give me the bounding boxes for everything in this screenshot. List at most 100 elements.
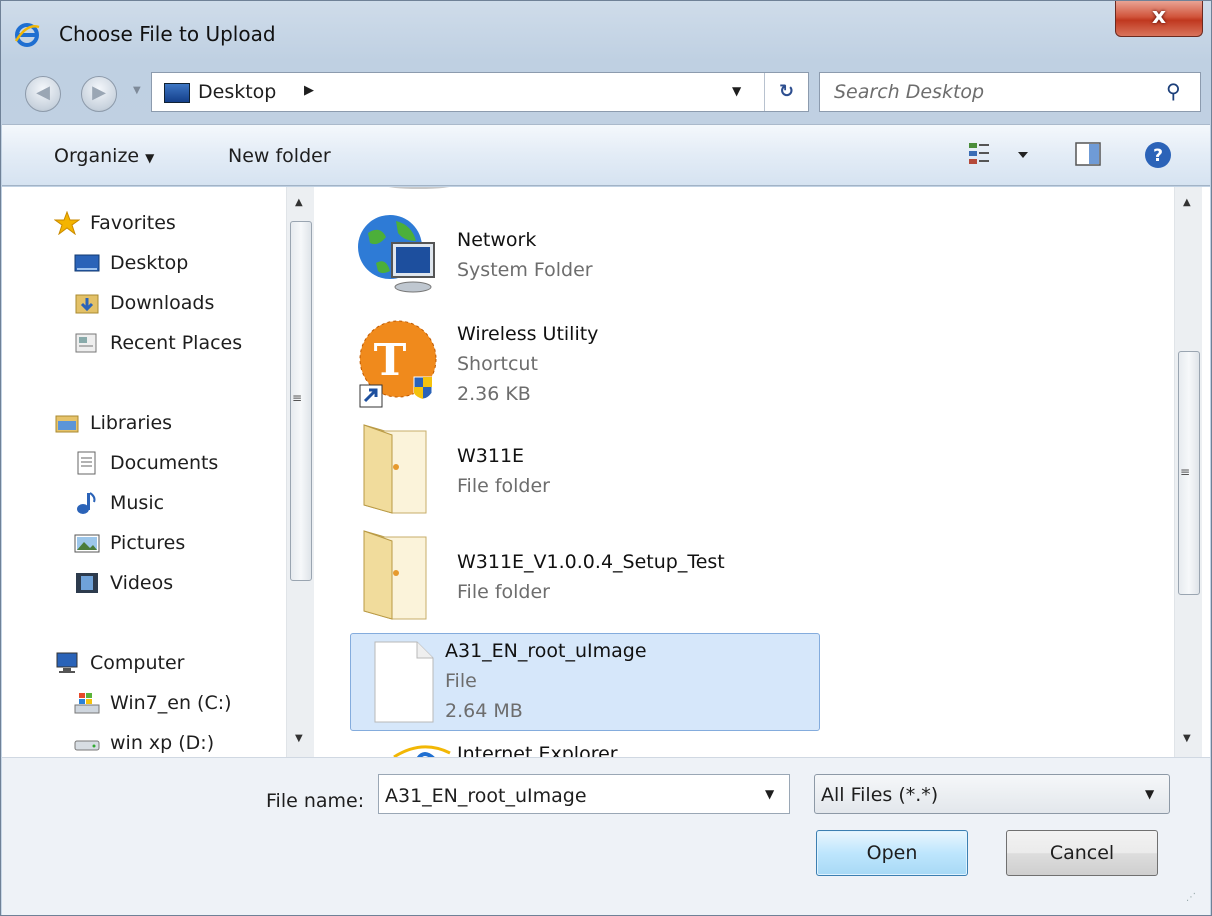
address-dropdown-icon[interactable]: ▼ [732, 84, 741, 98]
file-type-value: All Files (*.*) [821, 784, 939, 806]
wireless-utility-shortcut-icon: T [359, 320, 437, 408]
cancel-button[interactable]: Cancel [1006, 830, 1158, 876]
search-icon[interactable]: ⚲ [1166, 79, 1181, 103]
file-name-combobox[interactable]: A31_EN_root_uImage ▼ [378, 774, 790, 814]
nav-computer[interactable]: Computer [54, 651, 184, 675]
search-input[interactable]: Search Desktop [834, 81, 984, 103]
nav-favorites-label: Favorites [90, 212, 176, 234]
navigation-bar: ◀ ▶ ▼ Desktop ▶ ▼ ↻ Search Desktop ⚲ [1, 63, 1211, 123]
nav-drive-d[interactable]: win xp (D:) [74, 731, 214, 755]
address-location[interactable]: Desktop [198, 81, 276, 103]
nav-videos[interactable]: Videos [74, 571, 173, 595]
nav-computer-label: Computer [90, 652, 185, 674]
window-title: Choose File to Upload [59, 22, 276, 46]
documents-icon [77, 451, 96, 475]
list-item-selected-file[interactable]: A31_EN_root_uImage File 2.64 MB [350, 633, 820, 731]
nav-favorites[interactable]: Favorites [54, 211, 176, 235]
nav-documents-label: Documents [110, 452, 219, 474]
internet-explorer-icon [14, 23, 40, 47]
scroll-down-arrow-icon[interactable]: ▼ [1183, 733, 1191, 744]
nav-downloads[interactable]: Downloads [74, 291, 214, 315]
libraries-icon [55, 415, 79, 433]
forward-button[interactable]: ▶ [81, 76, 117, 112]
breadcrumb-chevron-icon[interactable]: ▶ [304, 83, 314, 98]
preview-pane-icon[interactable] [1074, 141, 1104, 167]
nav-libraries[interactable]: Libraries [54, 411, 172, 435]
nav-pictures-label: Pictures [110, 532, 186, 554]
file-name: Network [457, 229, 537, 251]
change-view-icon[interactable] [968, 141, 1038, 167]
nav-music[interactable]: Music [74, 491, 164, 515]
navigation-pane-scrollbar[interactable]: ▲ ≡ ▼ [286, 187, 314, 757]
list-item-network[interactable]: Network System Folder [352, 207, 822, 305]
nav-pictures[interactable]: Pictures [74, 531, 185, 555]
organize-dropdown-icon: ▼ [145, 151, 155, 165]
videos-icon [76, 573, 98, 593]
title-bar: Choose File to Upload x [1, 1, 1211, 63]
organize-label: Organize [54, 145, 140, 167]
file-list-scrollbar[interactable]: ▲ ≡ ▼ [1174, 187, 1202, 757]
back-arrow-icon: ◀ [36, 82, 50, 103]
navigation-pane: Favorites Desktop Downloads Recent Place… [2, 187, 286, 757]
nav-recent-places[interactable]: Recent Places [74, 331, 242, 355]
recent-pages-dropdown-icon[interactable]: ▼ [133, 85, 141, 96]
svg-text:T: T [374, 335, 407, 386]
close-button[interactable]: x [1115, 1, 1203, 37]
file-type: System Folder [457, 259, 593, 281]
file-name-field[interactable]: A31_EN_root_uImage [385, 785, 587, 807]
file-type: File [445, 670, 477, 692]
file-name: W311E [457, 445, 525, 467]
hard-drive-icon [74, 740, 100, 751]
file-size: 2.36 KB [457, 383, 531, 405]
internet-explorer-icon [393, 745, 451, 757]
nav-recent-label: Recent Places [110, 332, 243, 354]
pictures-icon [74, 534, 100, 553]
resize-grip-icon[interactable]: ⋰ [1186, 892, 1196, 903]
address-bar[interactable]: Desktop ▶ ▼ ↻ [151, 72, 809, 112]
scroll-up-arrow-icon[interactable]: ▲ [295, 197, 303, 208]
list-item-w311e-setup-test[interactable]: W311E_V1.0.0.4_Setup_Test File folder [352, 529, 822, 629]
recent-places-icon [75, 333, 97, 353]
scroll-down-arrow-icon[interactable]: ▼ [295, 733, 303, 744]
list-item-internet-explorer[interactable]: Internet Explorer [352, 741, 822, 757]
search-box[interactable]: Search Desktop ⚲ [819, 72, 1201, 112]
folder-icon [363, 424, 427, 514]
list-item-wireless-utility[interactable]: T Wireless Utility Shortcut 2.36 KB [352, 313, 822, 417]
file-type: File folder [457, 475, 550, 497]
desktop-icon [164, 83, 190, 103]
list-item-w311e[interactable]: W311E File folder [352, 423, 822, 523]
file-name: Wireless Utility [457, 323, 599, 345]
nav-desktop-label: Desktop [110, 252, 189, 274]
music-icon [77, 492, 96, 514]
command-bar: Organize ▼ New folder ? [2, 124, 1210, 186]
file-type: Shortcut [457, 353, 538, 375]
scroll-grip-icon: ≡ [1180, 465, 1191, 479]
scroll-up-arrow-icon[interactable]: ▲ [1183, 197, 1191, 208]
nav-drive-d-label: win xp (D:) [110, 732, 215, 754]
nav-documents[interactable]: Documents [74, 451, 218, 475]
nav-libraries-label: Libraries [90, 412, 173, 434]
refresh-button[interactable]: ↻ [764, 73, 808, 111]
open-button[interactable]: Open [816, 830, 968, 876]
network-icon [358, 215, 435, 293]
folder-icon [363, 530, 427, 620]
windows-drive-icon [74, 693, 100, 714]
back-button[interactable]: ◀ [25, 76, 61, 112]
forward-arrow-icon: ▶ [92, 82, 106, 103]
organize-button[interactable]: Organize ▼ [54, 145, 154, 167]
computer-icon [56, 652, 78, 673]
dialog-footer: File name: A31_EN_root_uImage ▼ All File… [2, 757, 1210, 915]
new-folder-button[interactable]: New folder [228, 145, 331, 167]
star-icon [54, 211, 80, 235]
help-icon[interactable]: ? [1144, 141, 1174, 171]
file-name: W311E_V1.0.0.4_Setup_Test [457, 551, 725, 573]
nav-videos-label: Videos [110, 572, 174, 594]
nav-drive-c[interactable]: Win7_en (C:) [74, 691, 232, 715]
browser-pane: Favorites Desktop Downloads Recent Place… [2, 187, 1210, 757]
file-name-label: File name: [266, 790, 365, 812]
file-name-dropdown-icon[interactable]: ▼ [765, 787, 774, 801]
file-type-dropdown-icon[interactable]: ▼ [1145, 787, 1154, 801]
nav-desktop[interactable]: Desktop [74, 251, 188, 275]
file-name: Internet Explorer [457, 743, 618, 757]
file-type-select[interactable]: All Files (*.*) ▼ [814, 774, 1170, 814]
